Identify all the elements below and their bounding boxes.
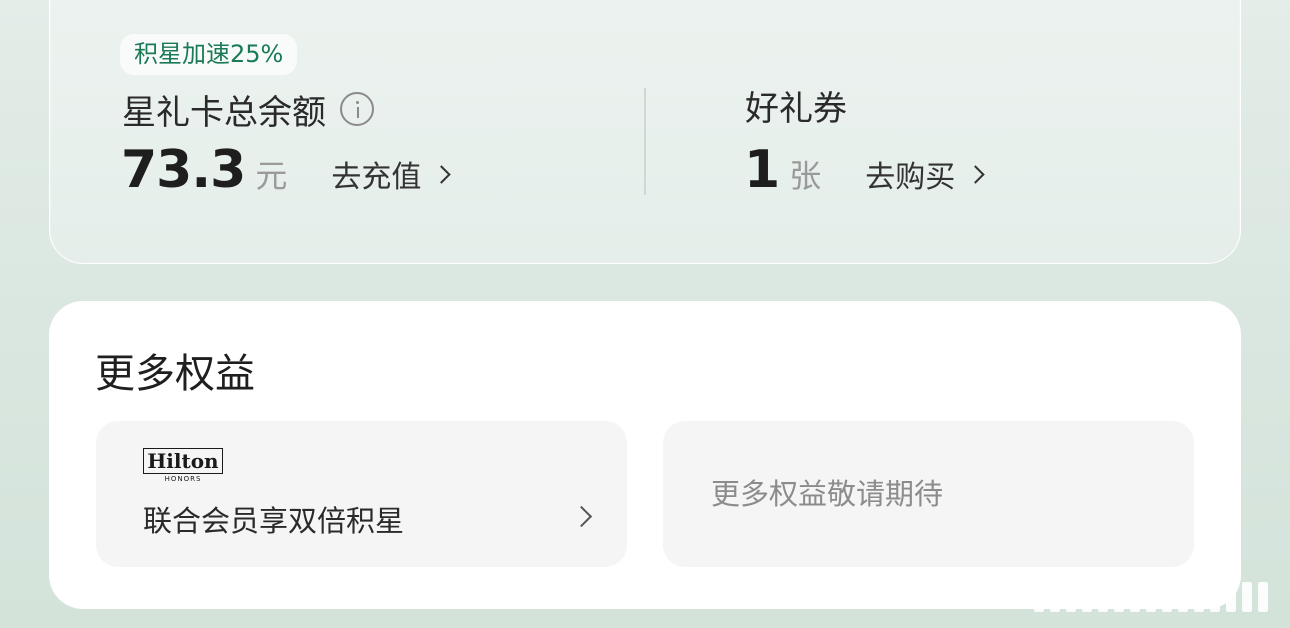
info-icon[interactable] xyxy=(340,92,374,126)
hilton-logo-text: Hilton xyxy=(143,448,223,474)
hilton-logo-sub: HONORS xyxy=(164,475,202,483)
scroll-indicator xyxy=(1034,580,1280,614)
recharge-link[interactable]: 去充值 xyxy=(331,152,452,196)
balance-unit: 元 xyxy=(255,157,288,195)
benefits-title: 更多权益 xyxy=(95,351,255,397)
hilton-logo: Hilton HONORS xyxy=(143,448,223,484)
hilton-benefit-text: 联合会员享双倍积星 xyxy=(143,504,405,538)
promo-tag: 积星加速25% xyxy=(120,34,298,75)
balance-label: 星礼卡总余额 xyxy=(122,92,326,133)
buy-label: 去购买 xyxy=(865,160,956,195)
coupon-row: 1 张 去购买 xyxy=(744,140,985,204)
coupon-label: 好礼券 xyxy=(745,89,847,129)
more-benefits-card: 更多权益 Hilton HONORS 联合会员享双倍积星 更多权益敬请期待 xyxy=(49,301,1241,609)
chevron-right-icon xyxy=(432,164,452,184)
balance-label-group: 星礼卡总余额 xyxy=(122,87,374,133)
coupon-value: 1 xyxy=(744,140,780,200)
chevron-right-icon xyxy=(966,164,985,184)
chevron-right-icon xyxy=(570,505,593,528)
coupon-unit: 张 xyxy=(789,157,822,195)
recharge-label: 去充值 xyxy=(331,160,422,195)
buy-link[interactable]: 去购买 xyxy=(865,152,985,196)
balance-row: 73.3 元 去充值 xyxy=(121,140,452,204)
divider xyxy=(644,88,646,195)
coming-soon-text: 更多权益敬请期待 xyxy=(711,477,944,511)
coming-soon-tile: 更多权益敬请期待 xyxy=(663,421,1194,567)
balance-value: 73.3 xyxy=(121,140,246,200)
hilton-benefit-tile[interactable]: Hilton HONORS 联合会员享双倍积星 xyxy=(96,421,627,567)
